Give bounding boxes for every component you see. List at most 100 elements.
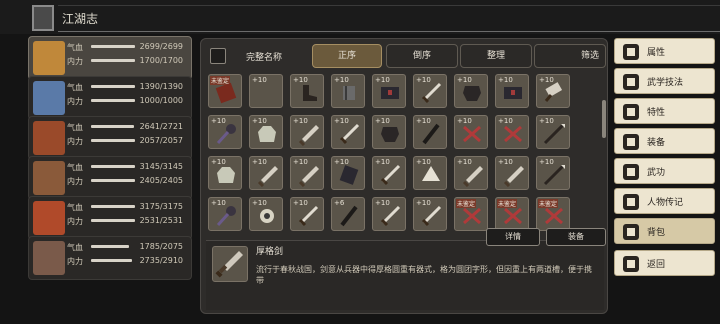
sort-asc-button[interactable]: 正序 xyxy=(312,44,382,68)
inventory-slot[interactable]: +10 xyxy=(290,156,324,190)
equipment-icon xyxy=(623,134,639,150)
skill-icon xyxy=(623,74,639,90)
staff-icon xyxy=(422,123,440,145)
menu-item-martial[interactable]: 武功 xyxy=(614,158,715,184)
character-card[interactable]: 气血 1390/1390 内力 1000/1000 xyxy=(28,76,192,120)
hp-bar xyxy=(91,125,134,128)
menu-item-skill[interactable]: 武学技法 xyxy=(614,68,715,94)
menu-item-trait[interactable]: 特性 xyxy=(614,98,715,124)
inventory-slot[interactable]: +10 xyxy=(495,74,529,108)
inventory-slot[interactable]: +10 xyxy=(249,115,283,149)
inventory-slot[interactable]: 未鉴定 xyxy=(208,74,242,108)
inventory-slot[interactable]: 未鉴定 xyxy=(536,197,570,231)
inventory-slot[interactable]: +10 xyxy=(290,197,324,231)
inventory-slot[interactable]: +10 xyxy=(249,74,283,108)
hp-bar xyxy=(91,245,129,248)
character-card[interactable]: 气血 2641/2721 内力 2057/2057 xyxy=(28,116,192,160)
armor-icon xyxy=(463,86,481,101)
mp-value: 2405/2405 xyxy=(139,176,183,185)
robe-icon xyxy=(258,126,276,142)
character-card[interactable]: 气血 3145/3145 内力 2405/2405 xyxy=(28,156,192,200)
gauntlet-icon xyxy=(343,86,355,100)
inventory-slot[interactable]: +10 xyxy=(413,156,447,190)
selected-item-icon xyxy=(212,246,248,282)
inventory-slot[interactable]: +10 xyxy=(372,74,406,108)
scroll-icon xyxy=(339,165,359,185)
inventory-slot[interactable]: 未鉴定 xyxy=(454,197,488,231)
fan-icon xyxy=(422,166,440,181)
character-card[interactable]: 气血 1785/2075 内力 2735/2910 xyxy=(28,236,192,280)
hp-value: 3175/3175 xyxy=(139,202,183,211)
inventory-slot[interactable]: +10 xyxy=(372,197,406,231)
full-name-label: 完整名称 xyxy=(246,53,283,63)
cross-icon xyxy=(463,125,481,143)
dagger-icon xyxy=(503,166,524,187)
inventory-slot[interactable]: 未鉴定 xyxy=(495,197,529,231)
cross-icon xyxy=(504,125,522,143)
inventory-slot[interactable]: +10 xyxy=(372,115,406,149)
spear-icon xyxy=(543,164,565,186)
inventory-slot[interactable]: +10 xyxy=(372,156,406,190)
inventory-slot[interactable]: +10 xyxy=(413,197,447,231)
inventory-slot[interactable]: +10 xyxy=(454,156,488,190)
inventory-slot[interactable]: +10 xyxy=(331,115,365,149)
menu-item-biography[interactable]: 人物传记 xyxy=(614,188,715,214)
menu-item-equipment[interactable]: 装备 xyxy=(614,128,715,154)
hp-bar xyxy=(91,45,135,48)
inventory-slot[interactable]: +10 xyxy=(249,197,283,231)
inventory-slot[interactable]: +10 xyxy=(208,156,242,190)
full-name-checkbox[interactable] xyxy=(210,48,226,64)
inventory-slot[interactable]: +10 xyxy=(290,115,324,149)
hp-label: 气血 xyxy=(67,123,83,132)
chest-icon xyxy=(381,87,399,99)
equip-button[interactable]: 装备 xyxy=(546,228,606,246)
menu-item-back[interactable]: 返回 xyxy=(614,250,715,276)
boot-icon xyxy=(303,85,317,101)
inventory-scrollbar[interactable] xyxy=(602,100,606,138)
inventory-slot[interactable]: +10 xyxy=(536,115,570,149)
menu-label: 武功 xyxy=(647,168,666,178)
menu-item-attribute[interactable]: 属性 xyxy=(614,38,715,64)
menu-item-bag[interactable]: 背包 xyxy=(614,218,715,244)
hp-label: 气血 xyxy=(67,43,83,52)
back-icon xyxy=(623,256,639,272)
character-card[interactable]: 气血 2699/2699 内力 1700/1700 xyxy=(28,36,192,80)
staff-icon xyxy=(340,205,358,227)
armor-icon xyxy=(381,127,399,142)
cross-icon xyxy=(504,207,522,225)
item-name: 厚格剑 xyxy=(256,247,284,257)
inventory-slot[interactable]: +10 xyxy=(331,156,365,190)
attribute-icon xyxy=(623,44,639,60)
inventory-slot[interactable]: +6 xyxy=(331,197,365,231)
mace-icon xyxy=(216,124,236,145)
inventory-slot[interactable]: +10 xyxy=(413,74,447,108)
inventory-slot[interactable]: +10 xyxy=(495,156,529,190)
inventory-slot[interactable]: +10 xyxy=(454,74,488,108)
organize-button[interactable]: 整理 xyxy=(460,44,532,68)
inventory-slot[interactable]: +10 xyxy=(536,156,570,190)
inventory-slot[interactable]: +10 xyxy=(413,115,447,149)
filter-button[interactable]: 筛选 xyxy=(534,44,606,68)
inventory-slot[interactable]: +10 xyxy=(454,115,488,149)
sort-desc-button[interactable]: 倒序 xyxy=(386,44,458,68)
hp-label: 气血 xyxy=(67,203,83,212)
robe-icon xyxy=(217,167,235,183)
dagger-icon xyxy=(298,125,319,146)
character-card[interactable]: 气血 3175/3175 内力 2531/2531 xyxy=(28,196,192,240)
book-icon xyxy=(32,5,54,31)
hp-bar xyxy=(91,85,135,88)
mp-value: 2057/2057 xyxy=(139,136,183,145)
inventory-slot[interactable]: +10 xyxy=(536,74,570,108)
inventory-slot[interactable]: +10 xyxy=(290,74,324,108)
details-button[interactable]: 详情 xyxy=(486,228,540,246)
inventory-slot[interactable]: +10 xyxy=(208,115,242,149)
inventory-slot[interactable]: +10 xyxy=(208,197,242,231)
inventory-slot[interactable]: +10 xyxy=(495,115,529,149)
inventory-slot[interactable]: +10 xyxy=(249,156,283,190)
sword-icon xyxy=(421,205,442,227)
cleaver-icon xyxy=(544,82,563,102)
mp-value: 1000/1000 xyxy=(139,96,183,105)
avatar xyxy=(33,161,65,195)
martial-icon xyxy=(623,164,639,180)
inventory-slot[interactable]: +10 xyxy=(331,74,365,108)
